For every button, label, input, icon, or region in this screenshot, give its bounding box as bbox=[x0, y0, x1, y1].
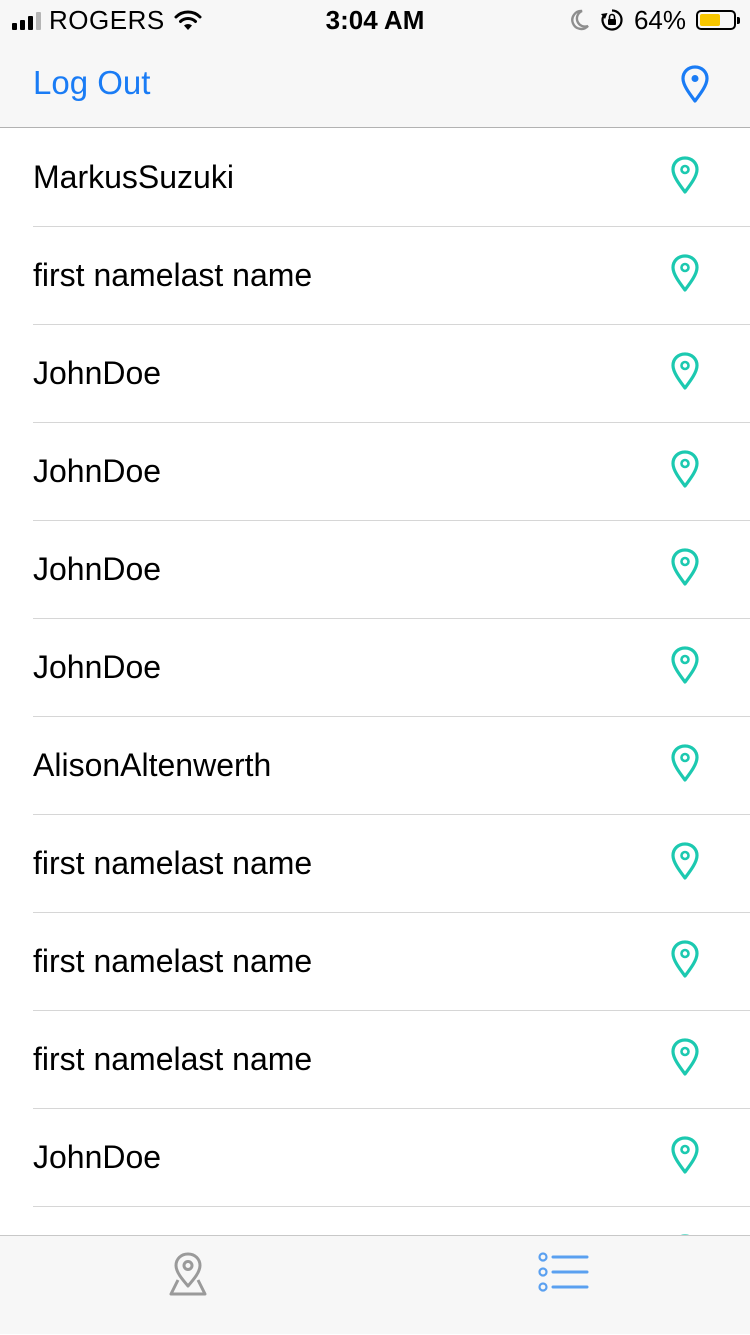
tab-bar bbox=[0, 1235, 750, 1334]
list-item[interactable]: AlisonAltenwerth bbox=[0, 717, 750, 815]
location-pin-icon bbox=[671, 254, 699, 292]
list-item-name: JohnDoe bbox=[33, 453, 162, 489]
location-pin-icon[interactable] bbox=[680, 64, 710, 104]
list-item-name: MarkusSuzuki bbox=[33, 159, 234, 195]
list-item-name: first namelast name bbox=[33, 1041, 313, 1077]
navigation-bar: Log Out bbox=[0, 40, 750, 128]
list-item[interactable]: first namelast name bbox=[0, 913, 750, 1011]
list-item[interactable]: JohnDoe bbox=[0, 325, 750, 423]
student-location-list[interactable]: MarkusSuzuki first namelast name JohnDoe Jo… bbox=[0, 129, 750, 1235]
list-item[interactable]: JohnDoe bbox=[0, 423, 750, 521]
log-out-button[interactable]: Log Out bbox=[33, 64, 150, 102]
list-item[interactable]: JohnDoe bbox=[0, 619, 750, 717]
tab-list[interactable] bbox=[375, 1236, 750, 1335]
location-pin-icon bbox=[671, 450, 699, 488]
location-pin-icon bbox=[671, 744, 699, 782]
list-item-name: first namelast name bbox=[33, 257, 313, 293]
list-icon bbox=[537, 1252, 588, 1292]
status-right: 64% bbox=[570, 4, 740, 35]
orientation-lock-icon bbox=[600, 9, 623, 31]
list-item[interactable]: JohnDoe bbox=[0, 1109, 750, 1207]
battery-level-fill bbox=[700, 14, 720, 26]
moon-icon bbox=[571, 9, 589, 31]
location-pin-icon bbox=[671, 940, 699, 978]
list-item[interactable]: MarkusSuzuki bbox=[0, 129, 750, 227]
list-item[interactable] bbox=[0, 1207, 750, 1235]
location-pin-icon bbox=[671, 156, 699, 194]
list-item-name: JohnDoe bbox=[33, 1139, 162, 1175]
list-item[interactable]: JohnDoe bbox=[0, 521, 750, 619]
list-item-name: AlisonAltenwerth bbox=[33, 747, 272, 783]
location-pin-icon bbox=[671, 352, 699, 390]
list-item[interactable]: first namelast name bbox=[0, 227, 750, 325]
location-pin-icon bbox=[671, 646, 699, 684]
battery-icon bbox=[696, 10, 740, 30]
location-pin-icon bbox=[671, 548, 699, 586]
location-pin-icon bbox=[671, 1038, 699, 1076]
list-item-name: JohnDoe bbox=[33, 551, 162, 587]
list-item-name: JohnDoe bbox=[33, 355, 162, 391]
list-item-name: first namelast name bbox=[33, 845, 313, 881]
map-pin-icon bbox=[169, 1252, 206, 1296]
status-bar: ROGERS 3:04 AM 64% bbox=[0, 0, 750, 40]
list-item[interactable]: first namelast name bbox=[0, 815, 750, 913]
list-item-name: first namelast name bbox=[33, 943, 313, 979]
location-pin-icon bbox=[671, 842, 699, 880]
list-item-name: JohnDoe bbox=[33, 649, 162, 685]
location-pin-icon bbox=[671, 1136, 699, 1174]
list-item[interactable]: first namelast name bbox=[0, 1011, 750, 1109]
battery-percent: 64% bbox=[633, 4, 686, 35]
tab-map[interactable] bbox=[0, 1236, 375, 1335]
